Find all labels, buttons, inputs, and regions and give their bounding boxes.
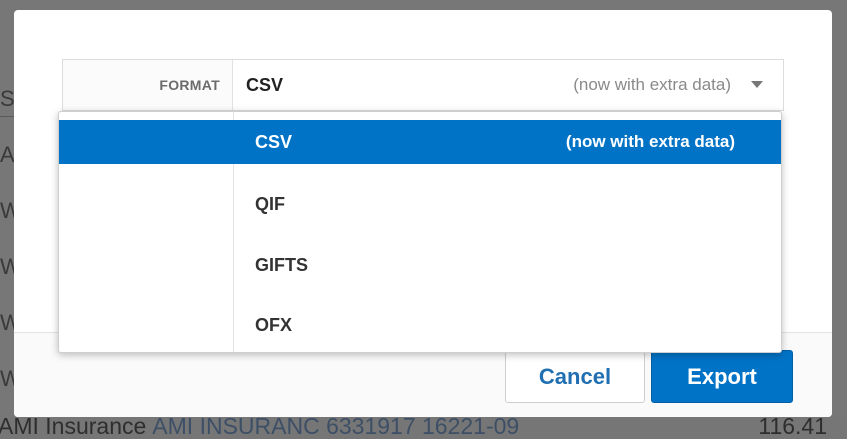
format-option-gifts[interactable]: GIFTS (59, 243, 781, 287)
format-field: FORMAT CSV (now with extra data) (62, 59, 784, 111)
cancel-button[interactable]: Cancel (505, 351, 645, 403)
format-selected-value: CSV (246, 74, 284, 95)
background-row-text: W (0, 198, 14, 223)
background-row-text: W (0, 310, 14, 335)
option-note: (now with extra data) (565, 132, 735, 151)
format-selected-note: (now with extra data) (573, 75, 731, 94)
format-dropdown-list: CSV (now with extra data) QIF GIFTS OFX (58, 111, 782, 353)
background-payee: AMI Insurance AMI INSURANC 6331917 16221-… (0, 417, 519, 439)
background-transaction-row: AMI Insurance AMI INSURANC 6331917 16221-… (0, 417, 847, 439)
format-option-ofx[interactable]: OFX (59, 303, 781, 347)
background-row-text: A (0, 142, 14, 167)
option-label: GIFTS (255, 254, 308, 275)
chevron-down-icon[interactable] (751, 81, 763, 88)
format-label: FORMAT (63, 60, 233, 110)
option-label: CSV (255, 131, 293, 152)
option-label: QIF (255, 193, 285, 214)
payee-name: AMI Insurance (0, 417, 147, 439)
export-button[interactable]: Export (651, 350, 793, 403)
format-option-csv[interactable]: CSV (now with extra data) (59, 120, 781, 164)
background-row-text: W (0, 366, 14, 391)
background-amount: 116.41 (758, 417, 827, 439)
format-select[interactable]: CSV (now with extra data) (233, 60, 783, 110)
format-option-qif[interactable]: QIF (59, 182, 781, 226)
option-highlight (59, 120, 233, 164)
option-label: OFX (255, 314, 293, 335)
background-row-text: W (0, 254, 14, 279)
background-row-text: S (0, 86, 14, 111)
background-row-divider (0, 116, 14, 117)
payee-memo: AMI INSURANC 6331917 16221-09 (152, 417, 520, 439)
